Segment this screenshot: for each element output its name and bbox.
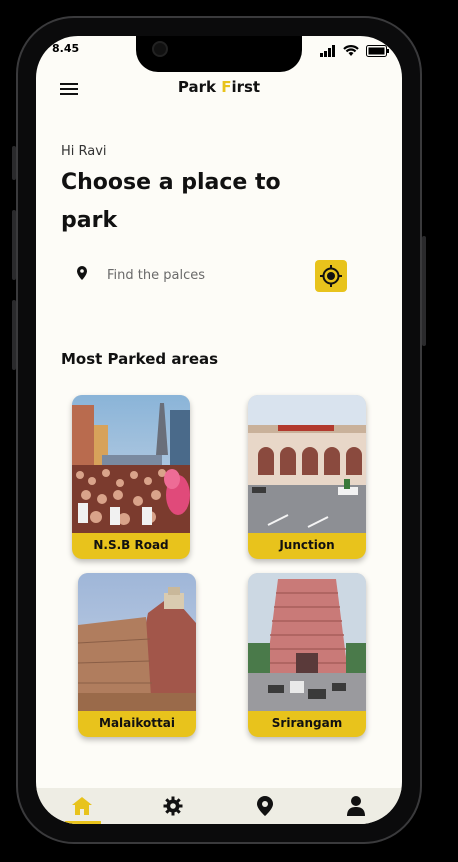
app-title: Park First xyxy=(177,78,261,96)
side-button-volume-up xyxy=(12,210,16,280)
app-screen: 8.45 Park First Hi Ravi Choose a place t… xyxy=(36,36,402,824)
search-bar[interactable] xyxy=(61,254,351,296)
locate-me-button[interactable] xyxy=(315,260,347,292)
area-photo xyxy=(248,395,366,535)
gear-icon xyxy=(163,796,183,816)
notch xyxy=(136,36,302,72)
area-card-junction[interactable]: Junction xyxy=(248,395,366,559)
status-time: 8.45 xyxy=(52,42,80,55)
side-button-power xyxy=(422,236,426,346)
front-camera xyxy=(152,41,168,57)
battery-icon xyxy=(366,44,389,57)
area-photo xyxy=(78,573,196,713)
tab-home[interactable] xyxy=(62,792,102,824)
greeting: Hi Ravi xyxy=(61,144,107,159)
side-button-volume-down xyxy=(12,300,16,370)
area-label: N.S.B Road xyxy=(72,533,190,559)
user-icon xyxy=(347,796,366,816)
wifi-icon xyxy=(343,45,359,56)
location-pin-icon xyxy=(77,266,87,280)
area-card-srirangam[interactable]: Srirangam xyxy=(248,573,366,737)
page-title: Choose a place to park xyxy=(61,170,281,233)
area-label: Malaikottai xyxy=(78,711,196,737)
signal-icon xyxy=(320,44,335,57)
bottom-tab-bar xyxy=(36,788,402,824)
tab-map[interactable] xyxy=(245,792,285,820)
area-photo xyxy=(72,395,190,535)
area-label: Srirangam xyxy=(248,711,366,737)
crosshair-icon xyxy=(320,265,342,287)
tab-settings[interactable] xyxy=(153,792,193,820)
area-card-nsb-road[interactable]: N.S.B Road xyxy=(72,395,190,559)
area-label: Junction xyxy=(248,533,366,559)
map-pin-icon xyxy=(256,796,273,816)
side-button-mute xyxy=(12,146,16,180)
area-card-malaikottai[interactable]: Malaikottai xyxy=(78,573,196,737)
status-icons xyxy=(320,44,390,57)
tab-profile[interactable] xyxy=(336,792,376,820)
section-title: Most Parked areas xyxy=(61,350,219,368)
search-input[interactable] xyxy=(105,264,309,286)
area-photo xyxy=(248,573,366,713)
home-icon xyxy=(71,797,92,815)
